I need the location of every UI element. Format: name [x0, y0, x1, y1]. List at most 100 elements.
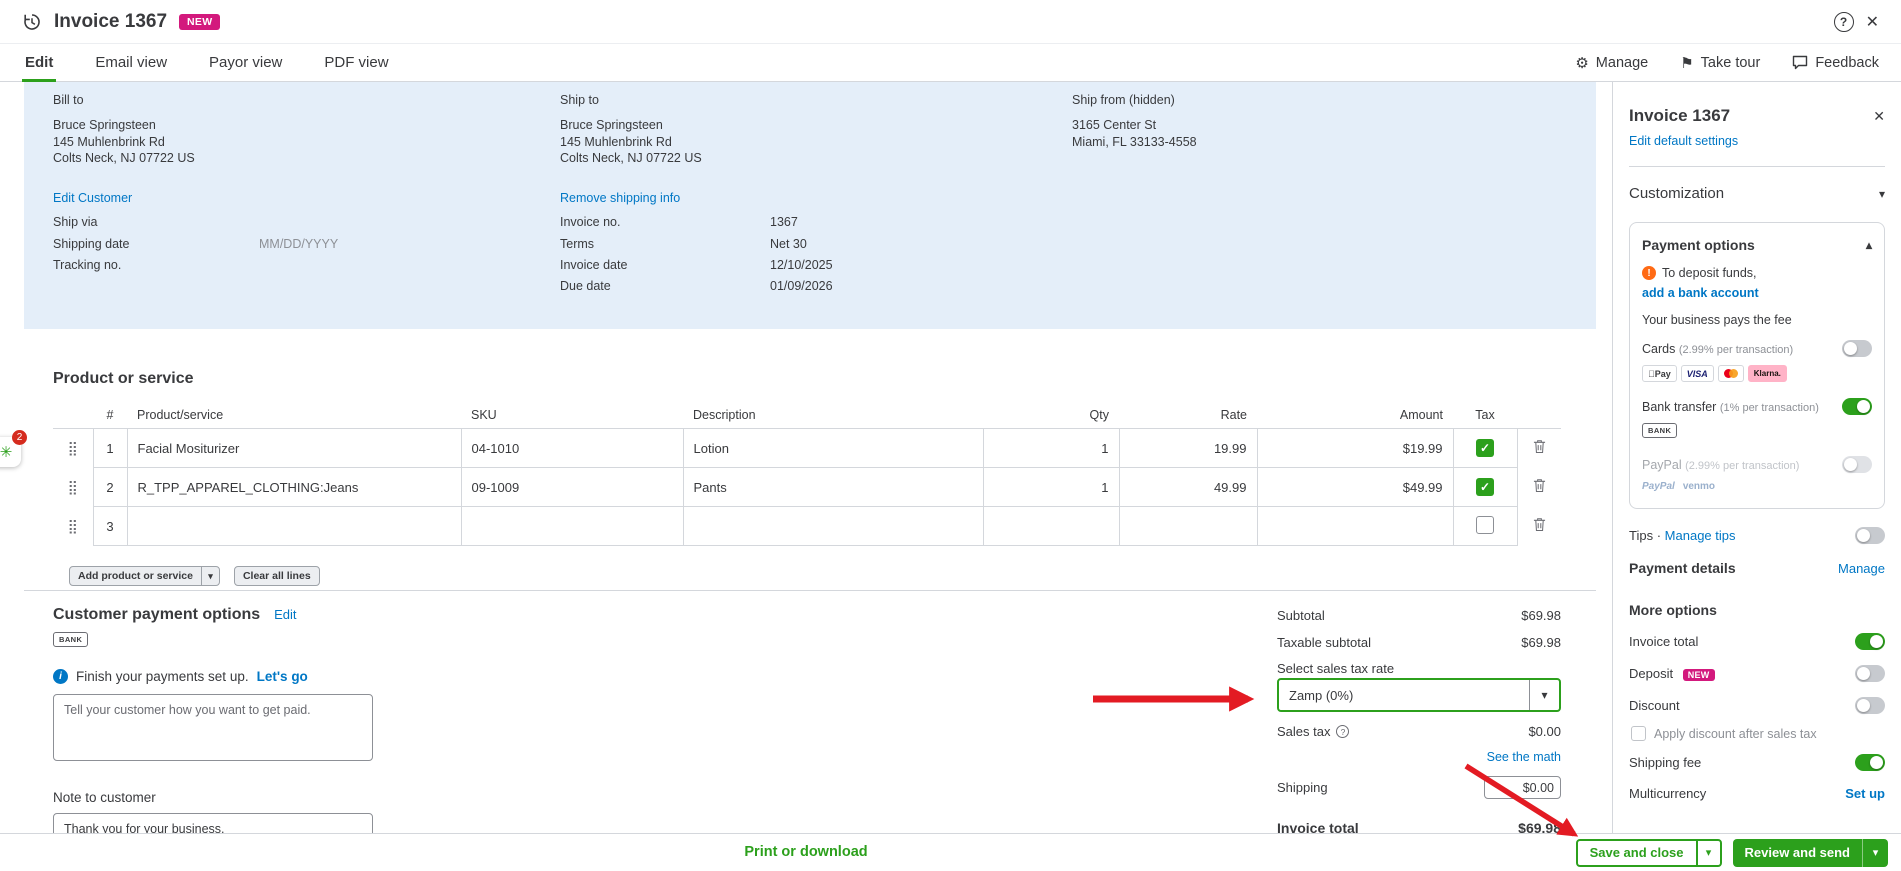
- customization-section-toggle[interactable]: Customization ▾: [1629, 185, 1885, 202]
- cards-toggle[interactable]: [1842, 340, 1872, 357]
- shipping-fee-label: Shipping fee: [1629, 755, 1702, 770]
- row2-sku-cell[interactable]: 09-1009: [460, 467, 684, 507]
- drag-handle-icon[interactable]: ⣿: [68, 479, 78, 495]
- see-the-math-link[interactable]: See the math: [1487, 750, 1561, 764]
- card-brands-row: Pay VISA Klarna.: [1642, 365, 1872, 382]
- setup-message: Finish your payments set up.: [76, 669, 249, 684]
- row1-description-cell[interactable]: Lotion: [682, 428, 984, 468]
- settings-sidebar: Invoice 1367 ✕ Edit default settings Cus…: [1612, 82, 1901, 871]
- invoice-date-label: Invoice date: [560, 258, 628, 272]
- shipping-amount-input[interactable]: [1484, 776, 1561, 799]
- ship-from-line1: 3165 Center St: [1072, 118, 1157, 132]
- row2-trash-icon[interactable]: [1533, 478, 1546, 493]
- close-icon[interactable]: ✕: [1866, 12, 1879, 32]
- take-tour-button[interactable]: ⚑ Take tour: [1680, 54, 1760, 72]
- chevron-down-icon[interactable]: ▾: [1862, 839, 1888, 867]
- row3-trash-icon[interactable]: [1533, 517, 1546, 532]
- discount-toggle[interactable]: [1855, 697, 1885, 714]
- multicurrency-setup-link[interactable]: Set up: [1845, 786, 1885, 801]
- feedback-button[interactable]: Feedback: [1792, 55, 1879, 71]
- bank-transfer-label: Bank transfer: [1642, 399, 1717, 414]
- due-date-field[interactable]: 01/09/2026: [770, 279, 833, 293]
- row2-rate-cell[interactable]: 49.99: [1118, 467, 1258, 507]
- assistant-widget[interactable]: ✳ 2: [0, 430, 27, 467]
- print-or-download-link[interactable]: Print or download: [0, 844, 1612, 860]
- new-badge: NEW: [179, 13, 221, 30]
- row2-description-cell[interactable]: Pants: [682, 467, 984, 507]
- invoice-no-field[interactable]: 1367: [770, 215, 798, 229]
- invoice-total-toggle[interactable]: [1855, 633, 1885, 650]
- row3-qty-cell[interactable]: [982, 506, 1120, 546]
- tab-edit[interactable]: Edit: [22, 44, 57, 82]
- row1-product-cell[interactable]: Facial Mositurizer: [126, 428, 462, 468]
- sidebar-close-icon[interactable]: ✕: [1873, 108, 1885, 125]
- drag-handle-icon[interactable]: ⣿: [68, 440, 78, 456]
- tab-payor-view[interactable]: Payor view: [206, 44, 285, 81]
- review-and-send-button[interactable]: Review and send ▾: [1732, 839, 1888, 867]
- add-product-button[interactable]: Add product or service ▾: [69, 566, 220, 586]
- row3-rate-cell[interactable]: [1118, 506, 1258, 546]
- payment-details-label: Payment details: [1629, 560, 1736, 576]
- bank-transfer-toggle[interactable]: [1842, 398, 1872, 415]
- sales-tax-row: Sales tax ? $0.00: [1277, 724, 1561, 739]
- col-num: #: [93, 402, 127, 429]
- ship-via-label: Ship via: [53, 215, 98, 229]
- clear-all-lines-button[interactable]: Clear all lines: [233, 566, 320, 586]
- shipping-fee-toggle[interactable]: [1855, 754, 1885, 771]
- save-and-close-button[interactable]: Save and close ▾: [1575, 839, 1722, 867]
- sales-tax-help-icon[interactable]: ?: [1336, 725, 1350, 738]
- row1-trash-icon[interactable]: [1533, 439, 1546, 454]
- help-icon[interactable]: ?: [1833, 11, 1854, 32]
- row1-tax-checkbox[interactable]: ✓: [1476, 439, 1494, 457]
- view-tabbar: Edit Email view Payor view PDF view ⚙ Ma…: [0, 44, 1901, 82]
- tab-pdf-view[interactable]: PDF view: [321, 44, 391, 81]
- row3-sku-cell[interactable]: [460, 506, 684, 546]
- row2-product-cell[interactable]: R_TPP_APPAREL_CLOTHING:Jeans: [126, 467, 462, 507]
- fee-note: Your business pays the fee: [1642, 313, 1792, 327]
- tab-email-view[interactable]: Email view: [92, 44, 170, 81]
- row1-rate-cell[interactable]: 19.99: [1118, 428, 1258, 468]
- terms-label: Terms: [560, 237, 595, 251]
- paypal-toggle[interactable]: [1842, 456, 1872, 473]
- edit-default-settings-link[interactable]: Edit default settings: [1629, 134, 1738, 148]
- drag-handle-icon[interactable]: ⣿: [68, 518, 78, 534]
- manage-tips-link[interactable]: Manage tips: [1665, 528, 1736, 543]
- remove-shipping-link[interactable]: Remove shipping info: [560, 191, 680, 205]
- ship-from-label: Ship from (hidden): [1072, 93, 1175, 107]
- row1-sku-cell[interactable]: 04-1010: [460, 428, 684, 468]
- chevron-down-icon[interactable]: ▾: [200, 567, 219, 585]
- tips-toggle[interactable]: [1855, 527, 1885, 544]
- deposit-toggle[interactable]: [1855, 665, 1885, 682]
- chevron-down-icon[interactable]: ▾: [1695, 841, 1720, 865]
- lets-go-link[interactable]: Let's go: [257, 669, 308, 684]
- shipping-date-field[interactable]: MM/DD/YYYY: [259, 237, 338, 251]
- table-row: ⣿ 1 Facial Mositurizer 04-1010 Lotion 1 …: [53, 428, 1561, 468]
- edit-customer-link[interactable]: Edit Customer: [53, 191, 132, 205]
- discount-after-tax-row: Apply discount after sales tax: [1629, 726, 1885, 741]
- row2-tax-checkbox[interactable]: ✓: [1476, 478, 1494, 496]
- payment-edit-link[interactable]: Edit: [274, 607, 296, 622]
- row3-description-cell[interactable]: [682, 506, 984, 546]
- row3-tax-checkbox[interactable]: [1476, 515, 1494, 534]
- warning-icon: !: [1642, 266, 1656, 280]
- row3-product-cell[interactable]: [126, 506, 462, 546]
- terms-field[interactable]: Net 30: [770, 237, 807, 251]
- row2-qty-cell[interactable]: 1: [982, 467, 1120, 507]
- history-icon[interactable]: [22, 12, 42, 32]
- invoice-date-field[interactable]: 12/10/2025: [770, 258, 833, 272]
- review-and-send-label: Review and send: [1744, 845, 1850, 860]
- payment-options-section-toggle[interactable]: Payment options ▴: [1642, 237, 1872, 253]
- add-bank-account-link[interactable]: add a bank account: [1642, 286, 1759, 300]
- sales-tax-rate-select[interactable]: Zamp (0%) ▾: [1277, 678, 1561, 712]
- chevron-down-icon[interactable]: ▾: [1529, 680, 1559, 710]
- manage-link[interactable]: Manage: [1838, 561, 1885, 576]
- cards-option-row: Cards (2.99% per transaction): [1642, 340, 1872, 357]
- row1-qty-cell[interactable]: 1: [982, 428, 1120, 468]
- manage-button[interactable]: ⚙ Manage: [1575, 54, 1648, 72]
- mastercard-icon: [1717, 365, 1744, 382]
- payment-note-input[interactable]: [53, 694, 373, 761]
- col-sku: SKU: [461, 402, 683, 429]
- discount-after-tax-checkbox[interactable]: [1631, 726, 1646, 741]
- cards-fee: (2.99% per transaction): [1678, 343, 1794, 356]
- assistant-spark-icon: ✳: [0, 444, 13, 461]
